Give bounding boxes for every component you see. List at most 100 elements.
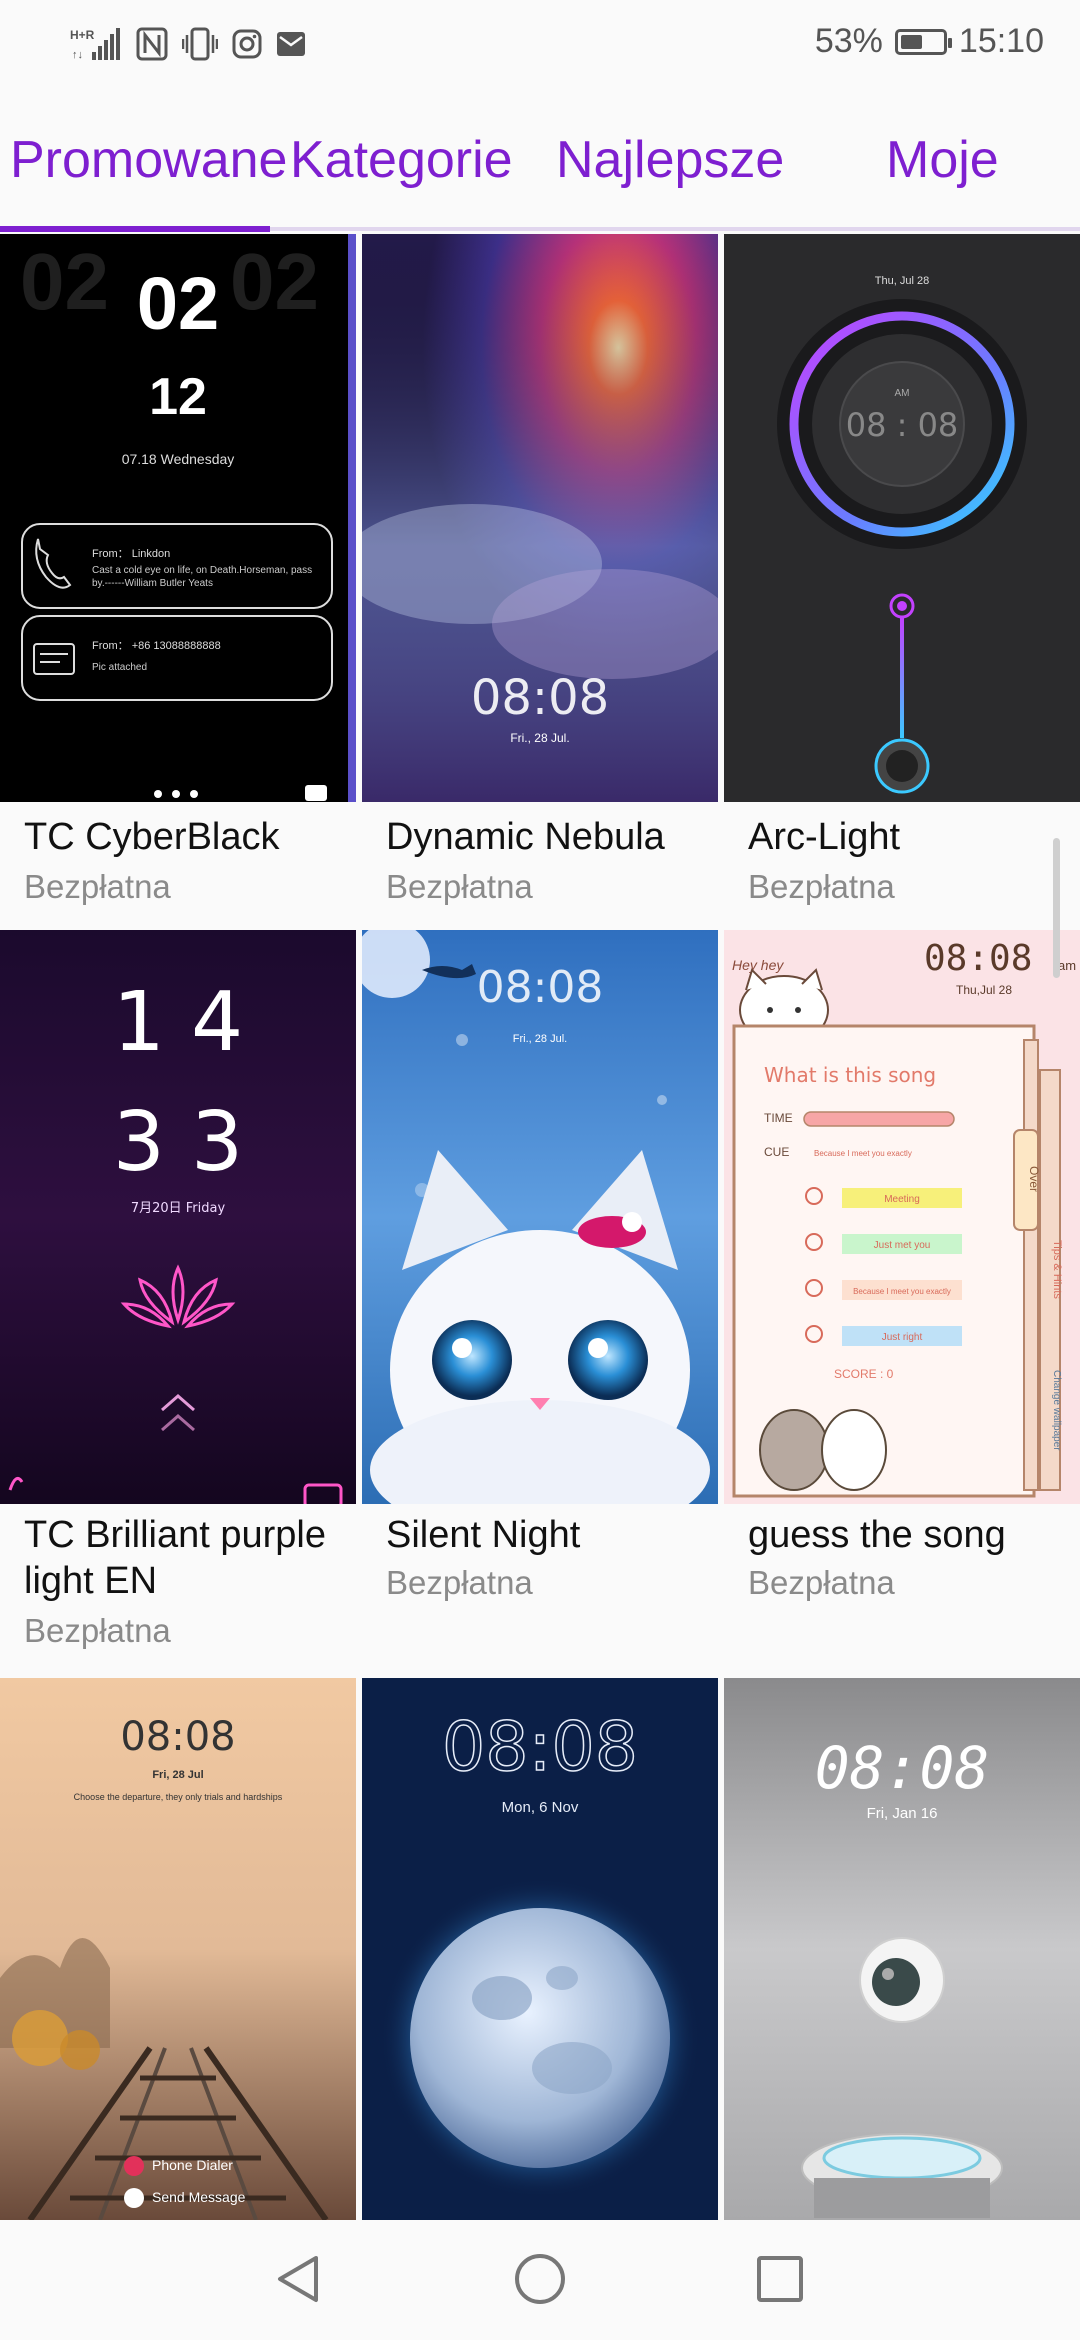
theme-title: Silent Night [386,1514,581,1556]
recents-button[interactable] [745,2244,815,2314]
preview-hour: 1 4 [113,975,243,1070]
theme-price: Bezpłatna [24,868,171,905]
theme-title: guess the song [748,1514,1006,1556]
tab-bar: Promowane Kategorie Najlepsze Moje [0,110,1080,230]
preview-date: Fri., 28 Jul. [510,731,569,745]
tab-active-indicator [0,226,270,232]
theme-price: Bezpłatna [748,868,895,905]
preview-time: 08 : 08 [846,406,959,444]
preview-date: 07.18 Wednesday [122,451,235,467]
preview-side-tab: Tips & Hints [1051,1240,1063,1299]
theme-card-dynamic-nebula[interactable]: 08:08 Fri., 28 Jul. Dynamic Nebula Bezpł… [362,234,718,924]
preview-notification-from: From： +86 13088888888 [92,640,221,652]
vibrate-icon [182,26,218,62]
clock: 15:10 [958,22,1044,60]
signal-icon: H+R ↑↓ [70,26,122,62]
theme-price: Bezpłatna [386,868,533,905]
instagram-icon [232,26,262,62]
svg-text:02: 02 [230,237,319,326]
theme-card-moon[interactable]: 08:08 Mon, 6 Nov [362,1678,718,2220]
preview-score: SCORE : 0 [834,1367,894,1381]
theme-preview[interactable]: 08:08 Mon, 6 Nov [362,1678,718,2220]
theme-price: Bezpłatna [386,1564,533,1601]
preview-date: Thu,Jul 28 [956,983,1012,997]
svg-text:H+R: H+R [70,28,95,42]
preview-date: 7月20日 Friday [131,1201,226,1216]
preview-date: Thu, Jul 28 [875,275,929,287]
theme-preview[interactable]: Thu, Jul 28 AM 08 : 08 [724,234,1080,802]
nfc-icon [136,26,168,62]
preview-date: Fri., 28 Jul. [513,1033,567,1045]
preview-action: Send Message [152,2189,246,2205]
theme-preview[interactable]: 08:08 Fri., 28 Jul. [362,930,718,1504]
theme-card-arc-light[interactable]: Thu, Jul 28 AM 08 : 08 Arc-Light Bezpłat… [724,234,1080,924]
preview-date: Fri, Jan 16 [867,1805,938,1822]
preview-notification-from: From： Linkdon [92,548,170,560]
theme-preview[interactable]: 02 02 02 12 07.18 Wednesday From： Linkdo… [0,234,356,802]
preview-cue-label: CUE [764,1145,789,1159]
theme-card-silent-night[interactable]: 08:08 Fri., 28 Jul. Silent Night Bezpłat… [362,930,718,1670]
back-triangle-icon [278,2256,318,2302]
preview-time: 08:08 [924,938,1032,979]
battery-level [900,34,923,49]
theme-price: Bezpłatna [24,1612,171,1649]
back-button[interactable] [262,2244,332,2314]
preview-hour: 02 [137,262,219,345]
preview-ampm: am [1058,958,1076,973]
svg-text:02: 02 [20,237,109,326]
theme-preview[interactable]: 08:08 Fri, Jan 16 [724,1678,1080,2220]
preview-time: 08:08 [815,1734,990,1802]
recents-square-icon [757,2256,803,2302]
theme-preview[interactable]: 1 4 3 3 7月20日 Friday [0,930,356,1504]
preview-ampm: AM [895,388,910,399]
theme-preview[interactable]: 08:08 Fri., 28 Jul. [362,234,718,802]
preview-greeting: Hey hey [732,957,784,973]
theme-preview[interactable]: Hey hey 08:08 am Thu,Jul 28 What is this… [724,930,1080,1504]
theme-title: TC CyberBlack [24,816,280,858]
home-circle-icon [515,2254,565,2304]
battery-icon [894,28,952,55]
preview-minute: 12 [149,368,207,426]
theme-card-railroad[interactable]: 08:08 Fri, 28 Jul Choose the departure, … [0,1678,356,2220]
preview-heading: What is this song [764,1063,936,1087]
theme-card-tc-cyberblack[interactable]: 02 02 02 12 07.18 Wednesday From： Linkdo… [0,234,356,924]
theme-price: Bezpłatna [748,1564,895,1601]
status-bar: H+R ↑↓ 53% 15:10 [0,0,1080,96]
preview-time-label: TIME [764,1111,793,1125]
preview-time: 08:08 [120,1714,235,1760]
preview-quote: Choose the departure, they only trials a… [74,1792,283,1802]
theme-preview[interactable]: 08:08 Fri, 28 Jul Choose the departure, … [0,1678,356,2220]
tab-najlepsze[interactable]: Najlepsze [556,130,784,190]
preview-date: Fri, 28 Jul [152,1769,203,1781]
theme-card-guess-the-song[interactable]: Hey hey 08:08 am Thu,Jul 28 What is this… [724,930,1080,1670]
preview-time: 08:08 [442,1708,638,1787]
preview-cue-text: Because I meet you exactly [814,1149,912,1158]
navigation-bar [0,2220,1080,2340]
preview-action: Phone Dialer [152,2157,233,2173]
home-button[interactable] [505,2244,575,2314]
preview-minute: 3 3 [113,1095,243,1190]
theme-title: TC Brilliant purple light EN [24,1514,326,1602]
theme-title: Dynamic Nebula [386,816,665,858]
theme-title: Arc-Light [748,816,901,858]
preview-time: 08:08 [477,962,604,1013]
mail-icon [276,26,306,62]
tab-moje[interactable]: Moje [886,130,999,190]
svg-text:↑↓: ↑↓ [72,49,83,61]
tab-promowane[interactable]: Promowane [10,130,287,190]
preview-option: Meeting [884,1194,920,1205]
tab-kategorie[interactable]: Kategorie [290,130,513,190]
theme-card-tc-brilliant-purple-light[interactable]: 1 4 3 3 7月20日 Friday TC Brilliant purple… [0,930,356,1670]
preview-side-tab: Over [1027,1166,1041,1192]
preview-side-tab: Change wallpaper [1051,1370,1062,1451]
preview-option: Because I meet you exactly [853,1287,951,1296]
preview-notification-text: Pic attached [92,662,147,673]
preview-date: Mon, 6 Nov [502,1799,579,1816]
theme-card-robot[interactable]: 08:08 Fri, Jan 16 [724,1678,1080,2220]
scrollbar[interactable] [1053,838,1060,978]
preview-option: Just right [882,1332,923,1343]
preview-notification-text: Cast a cold eye on life, on Death.Horsem… [92,565,313,589]
preview-time: 08:08 [471,670,609,726]
battery-percent: 53% [814,22,883,60]
preview-option: Just met you [874,1240,931,1251]
